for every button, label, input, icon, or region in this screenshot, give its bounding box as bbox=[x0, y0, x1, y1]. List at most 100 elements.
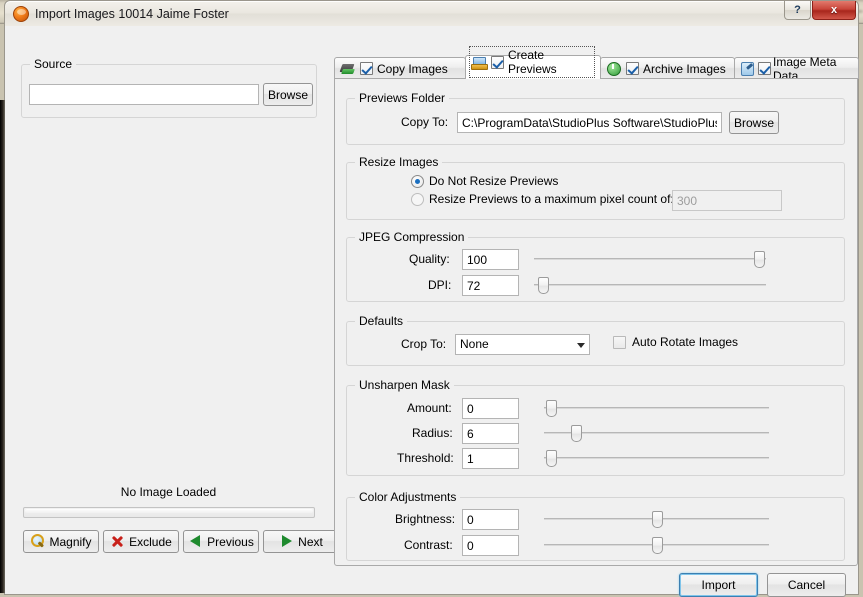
magnify-icon bbox=[30, 534, 45, 549]
radius-slider[interactable] bbox=[544, 424, 769, 442]
triangle-left-icon bbox=[188, 534, 203, 549]
cancel-button[interactable]: Cancel bbox=[767, 573, 846, 597]
amount-slider-thumb[interactable] bbox=[545, 400, 557, 417]
tab-create-previews-checkbox[interactable] bbox=[491, 55, 504, 69]
previews-browse-label: Browse bbox=[733, 115, 774, 130]
brightness-label: Brightness: bbox=[395, 512, 456, 526]
jpeg-compression-group: JPEG Compression Quality: DPI: bbox=[346, 230, 845, 302]
tab-copy-images[interactable]: Copy Images bbox=[334, 57, 466, 79]
tab-copy-images-label: Copy Images bbox=[377, 61, 448, 76]
source-browse-label: Browse bbox=[267, 87, 308, 102]
magnify-button[interactable]: Magnify bbox=[23, 530, 99, 553]
brightness-input[interactable] bbox=[462, 509, 519, 530]
threshold-input[interactable] bbox=[462, 448, 519, 469]
quality-slider-thumb[interactable] bbox=[754, 251, 766, 268]
source-group-legend: Source bbox=[30, 57, 77, 71]
image-nav-buttons: Magnify Exclude Previous Next bbox=[23, 530, 339, 553]
contrast-slider-thumb[interactable] bbox=[651, 537, 663, 554]
left-pane: Source Browse No Image Loaded Magnify Ex… bbox=[0, 26, 339, 593]
next-button[interactable]: Next bbox=[263, 530, 339, 553]
chevron-down-icon bbox=[577, 343, 585, 348]
brightness-slider[interactable] bbox=[544, 510, 769, 528]
amount-input[interactable] bbox=[462, 398, 519, 419]
threshold-slider-thumb[interactable] bbox=[545, 450, 557, 467]
tab-archive-images-checkbox[interactable] bbox=[626, 62, 639, 75]
tab-archive-images-label: Archive Images bbox=[643, 61, 726, 76]
import-label: Import bbox=[701, 578, 736, 592]
dpi-slider[interactable] bbox=[534, 276, 766, 294]
radio-resize-to-max-label: Resize Previews to a maximum pixel count… bbox=[429, 192, 674, 206]
copy-to-label: Copy To: bbox=[401, 115, 449, 129]
tab-create-previews-label: Create Previews bbox=[508, 48, 557, 76]
previews-folder-legend: Previews Folder bbox=[355, 91, 450, 105]
previews-folder-group: Previews Folder Copy To: Browse bbox=[346, 91, 845, 145]
threshold-slider[interactable] bbox=[544, 449, 769, 467]
copy-to-input[interactable] bbox=[457, 112, 722, 133]
tab-strip: Copy Images Create Previews Archive Imag… bbox=[334, 46, 859, 83]
tab-copy-images-checkbox[interactable] bbox=[360, 62, 373, 75]
defaults-legend: Defaults bbox=[355, 314, 408, 328]
meta-data-tag-icon bbox=[740, 61, 756, 76]
dialog-client-area: Source Browse No Image Loaded Magnify Ex… bbox=[0, 26, 860, 597]
radius-label: Radius: bbox=[412, 426, 453, 440]
window-controls: ? x bbox=[784, 1, 858, 21]
previews-browse-button[interactable]: Browse bbox=[729, 111, 779, 134]
quality-slider[interactable] bbox=[534, 250, 766, 268]
x-icon bbox=[110, 534, 125, 549]
app-orb-icon bbox=[13, 5, 29, 22]
title-bar[interactable]: Import Images 10014 Jaime Foster ? x bbox=[4, 0, 859, 26]
image-preview-area[interactable] bbox=[5, 102, 332, 482]
magnify-label: Magnify bbox=[49, 534, 92, 549]
dialog-footer-buttons: Import Cancel bbox=[679, 573, 846, 597]
unsharpen-mask-group: Unsharpen Mask Amount: Radius: Threshold… bbox=[346, 378, 845, 476]
previous-label: Previous bbox=[207, 534, 254, 549]
resize-images-group: Resize Images Do Not Resize Previews Res… bbox=[346, 155, 845, 220]
help-button[interactable]: ? bbox=[784, 1, 811, 20]
quality-input[interactable] bbox=[462, 249, 519, 270]
tab-image-meta-data-checkbox[interactable] bbox=[758, 62, 771, 75]
contrast-input[interactable] bbox=[462, 535, 519, 556]
radio-do-not-resize[interactable] bbox=[411, 175, 424, 188]
import-button[interactable]: Import bbox=[679, 573, 758, 597]
window-title: Import Images 10014 Jaime Foster bbox=[35, 6, 229, 21]
jpeg-compression-legend: JPEG Compression bbox=[355, 230, 469, 244]
close-button[interactable]: x bbox=[812, 1, 856, 20]
radius-input[interactable] bbox=[462, 423, 519, 444]
crop-to-value: None bbox=[460, 337, 489, 351]
radio-resize-to-max[interactable] bbox=[411, 193, 424, 206]
dpi-input[interactable] bbox=[462, 275, 519, 296]
previous-button[interactable]: Previous bbox=[183, 530, 259, 553]
contrast-slider[interactable] bbox=[544, 536, 769, 554]
tab-create-previews[interactable]: Create Previews bbox=[465, 46, 601, 79]
import-images-dialog: Import Images 10014 Jaime Foster ? x Sou… bbox=[0, 0, 860, 597]
radius-slider-thumb[interactable] bbox=[570, 425, 582, 442]
auto-rotate-checkbox[interactable] bbox=[613, 336, 626, 349]
cancel-label: Cancel bbox=[787, 578, 826, 592]
exclude-label: Exclude bbox=[129, 534, 172, 549]
color-adjustments-legend: Color Adjustments bbox=[355, 490, 461, 504]
auto-rotate-label: Auto Rotate Images bbox=[632, 335, 739, 349]
dpi-slider-thumb[interactable] bbox=[538, 277, 550, 294]
next-label: Next bbox=[298, 534, 323, 549]
tab-image-meta-data[interactable]: Image Meta Data bbox=[734, 55, 859, 83]
contrast-label: Contrast: bbox=[404, 538, 453, 552]
defaults-group: Defaults Crop To: None Auto Rotate Image… bbox=[346, 314, 845, 366]
image-scrollbar[interactable] bbox=[23, 507, 315, 518]
right-pane: Copy Images Create Previews Archive Imag… bbox=[332, 26, 860, 597]
radio-do-not-resize-label: Do Not Resize Previews bbox=[429, 174, 559, 188]
brightness-slider-thumb[interactable] bbox=[651, 511, 663, 528]
no-image-loaded-text: No Image Loaded bbox=[120, 485, 217, 499]
quality-label: Quality: bbox=[409, 252, 450, 266]
crop-to-select[interactable]: None bbox=[455, 334, 590, 355]
amount-label: Amount: bbox=[407, 401, 452, 415]
dpi-label: DPI: bbox=[428, 278, 452, 292]
create-previews-icon bbox=[471, 55, 488, 70]
exclude-button[interactable]: Exclude bbox=[103, 530, 179, 553]
tab-archive-images[interactable]: Archive Images bbox=[600, 57, 735, 79]
amount-slider[interactable] bbox=[544, 399, 769, 417]
crop-to-label: Crop To: bbox=[401, 337, 447, 351]
triangle-right-icon bbox=[279, 534, 294, 549]
archive-clock-icon bbox=[606, 61, 622, 76]
max-pixel-count-input[interactable] bbox=[672, 190, 782, 211]
copy-images-icon bbox=[340, 61, 356, 76]
